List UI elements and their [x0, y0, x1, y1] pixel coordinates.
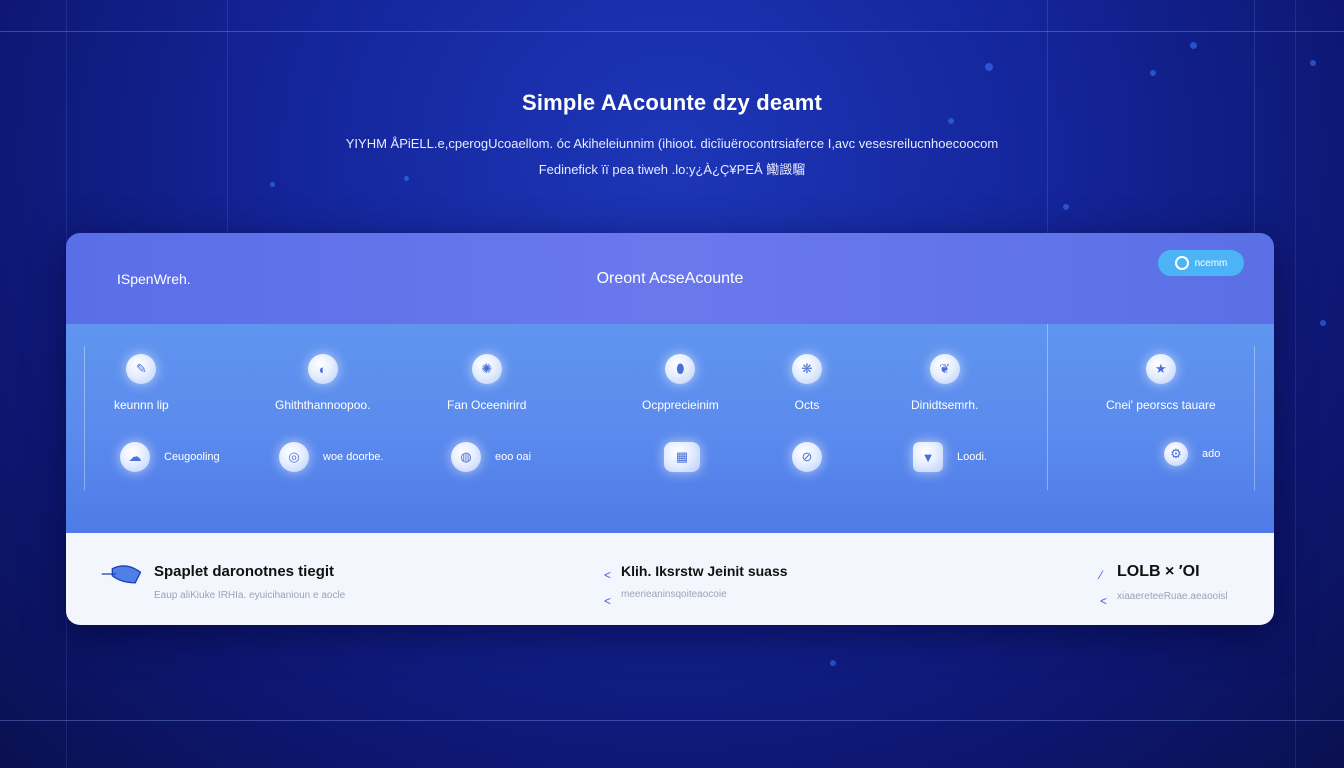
pencil-icon: ✎ — [126, 354, 157, 384]
feature-label: keunnn lip — [114, 398, 169, 412]
refresh-icon — [1174, 256, 1189, 270]
feature-label: Octs — [794, 398, 820, 412]
bg-grid-line — [0, 31, 1344, 32]
brain-icon: ✺ — [471, 354, 502, 384]
footer-item-title: Spaplet daronotnes tiegit — [154, 563, 335, 580]
panel-header: ISpenWreh. Oreont AcseAcounte ncemm — [66, 233, 1274, 324]
leaf-icon: ❦ — [929, 354, 960, 384]
footer-item[interactable]: ⁄ < LOLB × ′OI xiaaereteeRuae.aeaooisl — [1100, 563, 1228, 607]
gear-icon: ⚙ — [1164, 442, 1188, 466]
bg-dot — [1063, 204, 1069, 210]
account-panel: ISpenWreh. Oreont AcseAcounte ncemm ✎ ke… — [66, 233, 1274, 625]
feature-label: Ceugooling — [164, 451, 220, 463]
feature-item[interactable]: ✺ Fan Oceenirird — [447, 354, 526, 412]
bg-dot — [1320, 320, 1326, 326]
feature-label: Dinidtsemrh. — [911, 398, 979, 412]
bg-dot — [1310, 60, 1316, 66]
grid-divider — [84, 346, 85, 490]
bg-dot — [1150, 70, 1156, 76]
bg-dot — [830, 660, 836, 666]
feature-item[interactable]: ◍ eoo oai — [451, 442, 531, 472]
header-action-label: ncemm — [1194, 257, 1228, 269]
panel-title: Oreont AcseAcounte — [596, 270, 744, 287]
bg-dot — [270, 182, 275, 187]
feature-item[interactable]: ◎ woe doorbe. — [279, 442, 384, 472]
compass-icon: ⊘ — [792, 442, 822, 472]
feature-label: Ocpprecieinim — [642, 398, 719, 412]
hero-subtitle-line1: YIYHM ÅPiELL.e,cperogUcoaellom. óc Akihe… — [345, 136, 999, 151]
footer-item[interactable]: Spaplet daronotnes tiegit Eaup aliKiuke … — [100, 563, 345, 601]
bg-dot — [1190, 42, 1197, 49]
feature-item[interactable]: ⚙ ado — [1164, 442, 1220, 466]
bg-dot — [985, 63, 993, 71]
feature-item[interactable]: ▦ — [664, 442, 714, 472]
feature-label: Loodi. — [957, 451, 987, 463]
star-icon: ★ — [1145, 354, 1176, 384]
lemon-icon: ◐ — [307, 354, 338, 384]
feature-item[interactable]: ⊘ — [792, 442, 836, 472]
feature-item[interactable]: ✎ keunnn lip — [114, 354, 169, 412]
feature-label: Fan Oceenirird — [447, 398, 527, 412]
keyboard-icon: ▦ — [664, 442, 700, 472]
grid-divider — [1254, 346, 1255, 490]
page-title: Simple AAcounte dzy deamt — [521, 90, 822, 115]
panel-footer: Spaplet daronotnes tiegit Eaup aliKiuke … — [66, 533, 1274, 625]
feature-label: ado — [1202, 448, 1221, 460]
cloud-icon: ☁ — [120, 442, 150, 472]
feature-label: woe doorbe. — [323, 451, 384, 463]
feature-item[interactable]: ❋ Octs — [792, 354, 822, 412]
feature-item[interactable]: ❦ Dinidtsemrh. — [911, 354, 978, 412]
plane-icon — [101, 565, 142, 584]
footer-item-subtitle: Eaup aliKiuke IRHIa. eyuicihanioun e aoc… — [154, 590, 346, 601]
features-grid: ✎ keunnn lip ◐ Ghiththannoopoo. ✺ Fan Oc… — [66, 324, 1274, 533]
feature-item[interactable]: ⬮ Ocpprecieinim — [642, 354, 719, 412]
ring-icon: ◎ — [279, 442, 309, 472]
bg-grid-line — [0, 720, 1344, 721]
feature-label: Ghiththannoopoo. — [275, 398, 371, 412]
feature-item[interactable]: ★ Cnei' peorscs tauare — [1106, 354, 1216, 412]
footer-item-subtitle: meerieaninsqoiteaocoie — [621, 589, 727, 600]
feature-item[interactable]: ☁ Ceugooling — [120, 442, 220, 472]
shield-icon: ⬮ — [665, 354, 696, 384]
grid-divider — [1047, 324, 1048, 490]
footer-item-subtitle: xiaaereteeRuae.aeaooisl — [1117, 591, 1228, 602]
shell-icon: ❋ — [792, 354, 822, 384]
hero-subtitle-line2: Fedinefick ïï pea tiweh .lo:y¿À¿Ç¥PEÅ 鰳譭… — [538, 162, 806, 177]
footer-item-title: Klih. Iksrstw Jeinit suass — [621, 563, 788, 579]
cup-icon: ▼ — [913, 442, 943, 472]
footer-item[interactable]: < < Klih. Iksrstw Jeinit suass meerieanin… — [604, 563, 788, 607]
footer-item-title: LOLB × ′OI — [1117, 563, 1200, 580]
feature-item[interactable]: ◐ Ghiththannoopoo. — [275, 354, 370, 412]
header-action-button[interactable]: ncemm — [1158, 250, 1244, 276]
arrow-icon: < < — [604, 568, 612, 608]
feather-icon: ⁄ < — [1100, 568, 1108, 608]
globe-icon: ◍ — [451, 442, 481, 472]
feature-label: Cnei' peorscs tauare — [1106, 398, 1216, 412]
feature-label: eoo oai — [495, 451, 532, 463]
hero: Simple AAcounte dzy deamt YIYHM ÅPiELL.e… — [0, 90, 1344, 178]
feature-item[interactable]: ▼ Loodi. — [913, 442, 987, 472]
